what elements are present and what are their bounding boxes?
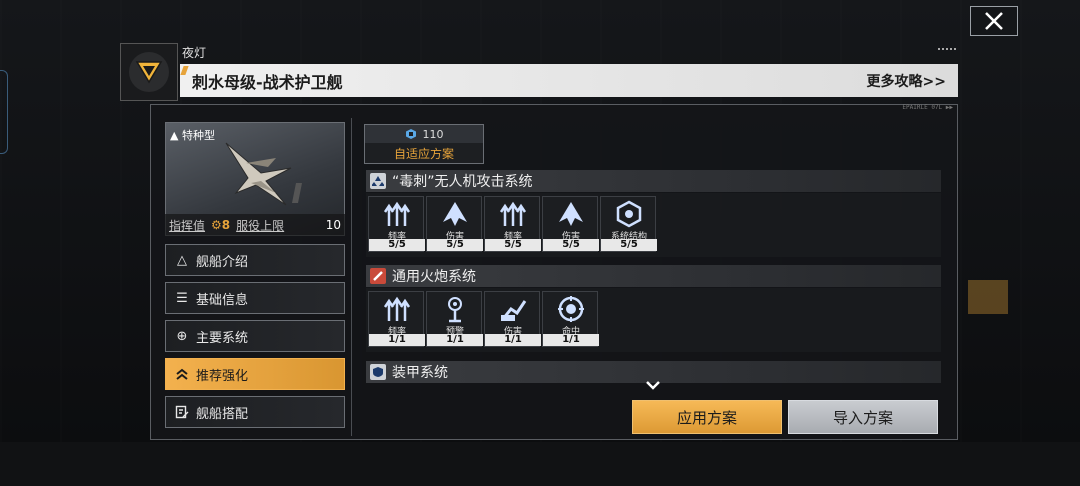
ship-nickname: 夜灯: [182, 46, 207, 60]
section-title: “毒刺”无人机攻击系统: [392, 174, 533, 190]
close-button[interactable]: [970, 6, 1018, 36]
scheme-tab-adaptive[interactable]: 110 自适应方案: [364, 124, 484, 164]
frequency-icon: [383, 201, 411, 226]
module-drone-frequency-1[interactable]: 频率 5/5: [368, 196, 425, 252]
triangle-icon: △: [177, 252, 187, 268]
frequency-icon: [499, 201, 527, 226]
menu-item-label: 主要系统: [196, 330, 249, 346]
menu-item-ship-intro[interactable]: △ 舰船介绍: [165, 244, 345, 276]
menu-item-recommended-upgrades[interactable]: 推荐强化: [165, 358, 345, 390]
section-title: 通用火炮系统: [392, 269, 476, 285]
menu-item-label: 舰船介绍: [196, 254, 249, 270]
section-header-drone-system: “毒刺”无人机攻击系统: [366, 170, 941, 192]
command-value: ⚙8: [211, 218, 231, 232]
service-limit-label[interactable]: 服役上限: [236, 217, 284, 234]
left-edge-tab[interactable]: [0, 70, 8, 154]
ship-stats: 指挥值 ⚙8 服役上限 10: [165, 214, 345, 236]
module-artillery-warning[interactable]: 预警 1/1: [426, 291, 483, 347]
artillery-system-icon: [370, 268, 386, 284]
damage-icon: [443, 202, 467, 226]
accuracy-icon: [558, 296, 584, 322]
section-header-artillery-system: 通用火炮系统: [366, 265, 941, 287]
module-drone-structure[interactable]: 系统结构 5/5: [600, 196, 657, 252]
menu-item-label: 推荐强化: [196, 368, 249, 384]
module-artillery-accuracy[interactable]: 命中 1/1: [542, 291, 599, 347]
module-drone-damage-2[interactable]: 伤害 5/5: [542, 196, 599, 252]
command-label[interactable]: 指挥值: [169, 217, 205, 234]
menu-item-ship-pairing[interactable]: 舰船搭配: [165, 396, 345, 428]
page-title: 刺水母级-战术护卫舰: [192, 72, 343, 92]
resource-icon: [405, 129, 416, 139]
menu-item-basic-info[interactable]: ☰ 基础信息: [165, 282, 345, 314]
background-highlight: [968, 280, 1008, 314]
apply-scheme-button[interactable]: 应用方案: [632, 400, 782, 434]
crosshair-icon: ⊕: [176, 328, 188, 344]
more-guides-link[interactable]: 更多攻略>>: [867, 71, 946, 91]
double-chevron-up-icon: [174, 366, 190, 382]
ship-class-icon: [120, 43, 178, 101]
header-dots: [938, 48, 956, 50]
cannon-damage-icon: [501, 300, 527, 321]
scheme-cost: 110: [365, 125, 483, 143]
module-artillery-damage[interactable]: 伤害 1/1: [484, 291, 541, 347]
scroll-down-chevron-icon[interactable]: [644, 376, 662, 390]
list-icon: ☰: [176, 290, 188, 306]
structure-icon: [616, 200, 642, 228]
frequency-icon: [383, 296, 411, 321]
title-bar: 刺水母级-战术护卫舰 更多攻略>>: [180, 64, 958, 97]
module-artillery-frequency[interactable]: 频率 1/1: [368, 291, 425, 347]
import-scheme-button[interactable]: 导入方案: [788, 400, 938, 434]
drone-system-icon: [370, 173, 386, 189]
module-drone-damage-1[interactable]: 伤害 5/5: [426, 196, 483, 252]
warning-icon: [448, 297, 462, 323]
close-icon: [985, 12, 1003, 30]
scheme-label: 自适应方案: [393, 147, 454, 161]
section-title: 装甲系统: [392, 365, 448, 381]
edit-doc-icon: [174, 404, 190, 420]
menu-item-label: 舰船搭配: [196, 406, 249, 422]
service-limit-value: 10: [325, 218, 341, 232]
menu-item-label: 基础信息: [196, 292, 249, 308]
panel-tag: EPAIRLE 07L ▶▶: [902, 104, 953, 111]
damage-icon: [559, 202, 583, 226]
menu-item-main-systems[interactable]: ⊕ 主要系统: [165, 320, 345, 352]
armor-system-icon: [370, 364, 386, 380]
divider: [351, 118, 352, 436]
module-drone-frequency-2[interactable]: 频率 5/5: [484, 196, 541, 252]
ship-image: [225, 142, 302, 206]
bottom-strip: [0, 442, 1080, 486]
title-accent: [180, 66, 189, 75]
triangle-emblem-icon: [135, 61, 163, 84]
